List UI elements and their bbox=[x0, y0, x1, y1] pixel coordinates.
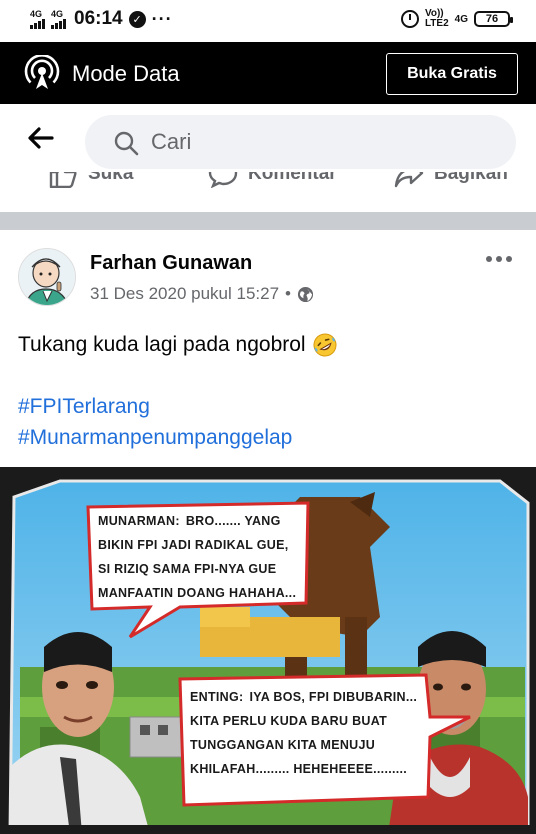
post-body: Tukang kuda lagi pada ngobrol bbox=[18, 332, 338, 358]
like-icon bbox=[49, 172, 77, 188]
network-indicator: 4G bbox=[454, 13, 468, 25]
network-type-label: 4G bbox=[30, 8, 43, 19]
bubble2-line2: KITA PERLU KUDA BARU BUAT bbox=[190, 714, 387, 728]
avatar[interactable] bbox=[18, 248, 76, 306]
status-bar: 4G 4G 06:14 ✓ ··· Vo)) LTE2 4G 76 bbox=[0, 0, 536, 42]
search-placeholder: Cari bbox=[151, 129, 192, 154]
alarm-icon bbox=[400, 10, 419, 28]
globe-icon bbox=[297, 286, 314, 302]
share-button[interactable]: Bagikan bbox=[394, 172, 508, 188]
status-right: Vo)) LTE2 4G 76 bbox=[400, 9, 513, 29]
rolling-laughing-emoji-icon bbox=[313, 333, 337, 357]
author-name[interactable]: Farhan Gunawan bbox=[90, 252, 252, 275]
bubble1-line4: MANFAATIN DOANG HAHAHA... bbox=[98, 586, 296, 600]
battery-level: 76 bbox=[485, 13, 499, 25]
meta-separator: • bbox=[285, 284, 291, 303]
bubble2-line1: ENTING: IYA BOS, FPI DIBUBARIN... bbox=[190, 690, 417, 704]
comment-label: Komentar bbox=[248, 172, 337, 184]
volte-indicator: Vo)) LTE2 bbox=[425, 9, 449, 29]
post-meta: 31 Des 2020 pukul 15:27 • bbox=[90, 284, 314, 304]
share-icon bbox=[394, 172, 424, 188]
post-options-icon[interactable] bbox=[486, 256, 512, 264]
post-divider bbox=[0, 212, 536, 230]
volte-bottom-label: LTE2 bbox=[424, 18, 449, 29]
more-notifications-icon: ··· bbox=[151, 8, 173, 29]
clock: 06:14 bbox=[74, 8, 123, 29]
network-type-label: 4G bbox=[51, 8, 64, 19]
bubble1-line1: MUNARMAN: BRO....... YANG bbox=[98, 514, 281, 528]
battery-icon: 76 bbox=[474, 11, 513, 27]
post-text: Tukang kuda lagi pada ngobrol bbox=[18, 333, 306, 356]
broadcast-icon bbox=[24, 55, 60, 89]
comment-button[interactable]: Komentar bbox=[208, 172, 337, 188]
buka-gratis-button[interactable]: Buka Gratis bbox=[386, 53, 518, 95]
notification-icon: ✓ bbox=[128, 10, 146, 28]
post-card: Farhan Gunawan 31 Des 2020 pukul 15:27 •… bbox=[0, 230, 536, 834]
back-arrow-icon[interactable] bbox=[26, 126, 54, 150]
signal-sim1-icon: 4G bbox=[30, 8, 45, 29]
bubble1-line2: BIKIN FPI JADI RADIKAL GUE, bbox=[98, 538, 289, 552]
status-left: 4G 4G 06:14 ✓ ··· bbox=[30, 8, 173, 30]
hashtag-link[interactable]: #FPITerlarang bbox=[18, 395, 150, 419]
data-mode-bar: Mode Data Buka Gratis bbox=[0, 42, 536, 104]
post-timestamp[interactable]: 31 Des 2020 pukul 15:27 bbox=[90, 284, 279, 304]
post-image[interactable]: MUNARMAN: BRO....... YANG BIKIN FPI JADI … bbox=[0, 467, 536, 834]
search-header: Cari bbox=[0, 104, 536, 172]
bubble2-line3: TUNGGANGAN KITA MENUJU bbox=[190, 738, 375, 752]
previous-post-actions: Suka Komentar Bagikan bbox=[0, 172, 536, 212]
like-label: Suka bbox=[88, 172, 134, 184]
meme-illustration: MUNARMAN: BRO....... YANG BIKIN FPI JADI … bbox=[0, 467, 536, 834]
search-icon bbox=[114, 131, 139, 156]
hashtag-link[interactable]: #Munarmanpenumpanggelap bbox=[18, 426, 292, 450]
mode-title: Mode Data bbox=[72, 61, 180, 86]
avatar-image bbox=[19, 249, 75, 305]
search-input[interactable]: Cari bbox=[85, 115, 516, 169]
signal-sim2-icon: 4G bbox=[51, 8, 66, 29]
bubble1-line3: SI RIZIQ SAMA FPI-NYA GUE bbox=[98, 562, 276, 576]
share-label: Bagikan bbox=[434, 172, 508, 184]
like-button[interactable]: Suka bbox=[48, 172, 133, 188]
bubble2-line4: KHILAFAH......... HEHEHEEEE......... bbox=[190, 762, 407, 776]
comment-icon bbox=[208, 172, 238, 188]
